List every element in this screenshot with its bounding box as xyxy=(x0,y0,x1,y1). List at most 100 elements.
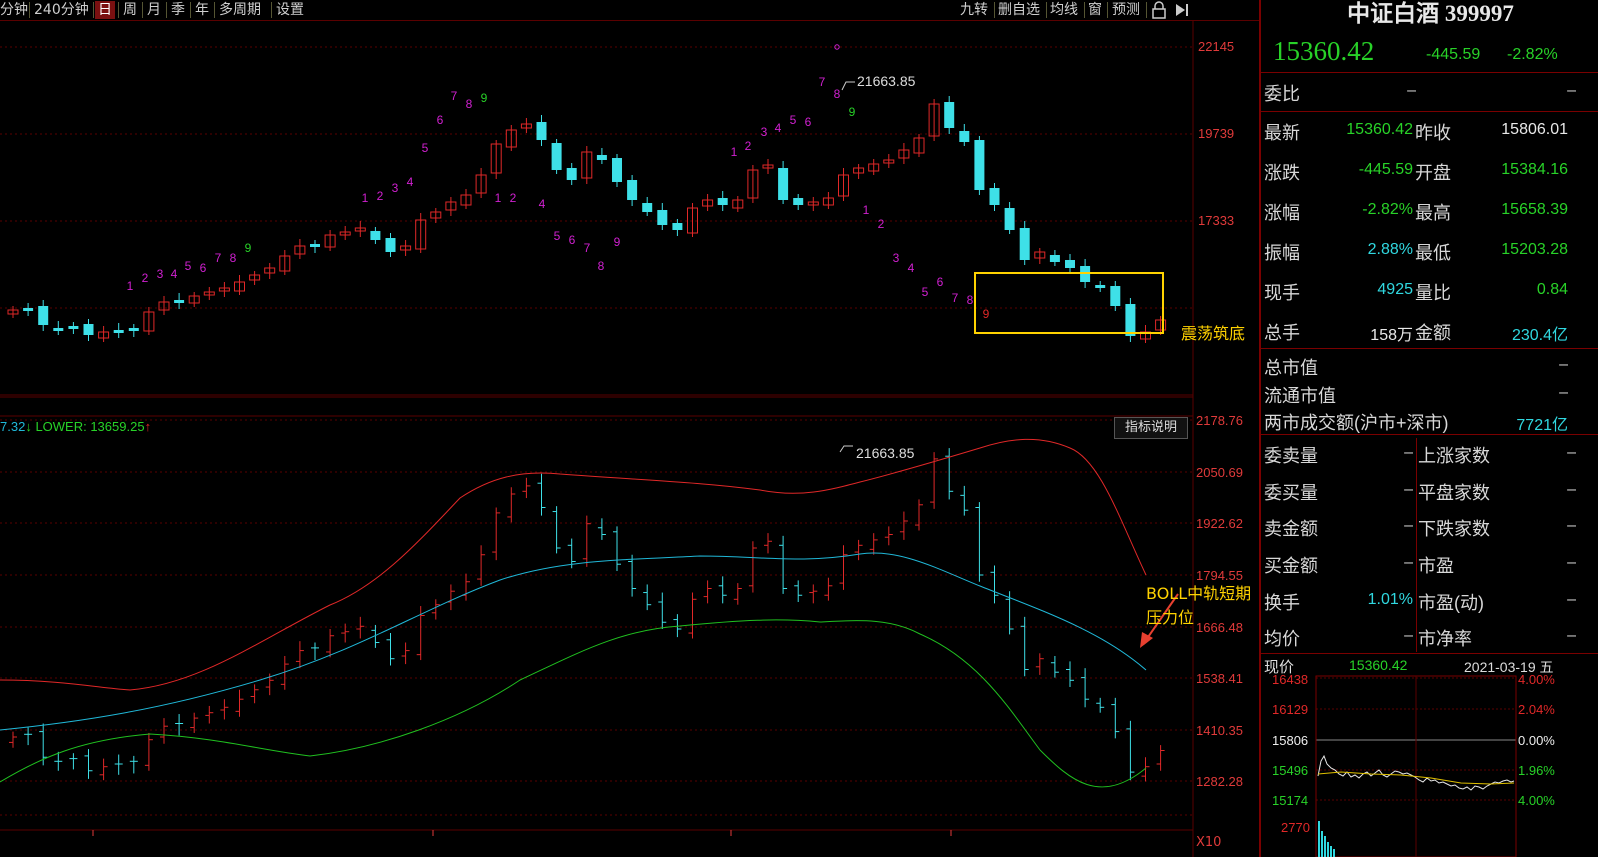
remove-watchlist-button[interactable]: 删自选 xyxy=(998,1,1040,19)
order-value: – xyxy=(1404,554,1413,571)
sequence-number: 2 xyxy=(377,189,384,203)
stat-label: 现手 xyxy=(1264,283,1300,303)
sequence-number: 5 xyxy=(554,229,561,243)
candle-body xyxy=(38,306,49,325)
jiuzhuan-button[interactable]: 九转 xyxy=(960,1,988,19)
sequence-number: 7 xyxy=(584,241,591,255)
mini-chart-svg xyxy=(1315,675,1517,857)
order-value: – xyxy=(1404,481,1413,498)
window-button[interactable]: 窗 xyxy=(1088,1,1102,19)
order-value: 1.01% xyxy=(1367,591,1413,608)
stat-value: 4925 xyxy=(1377,281,1413,298)
order-label: 上涨家数 xyxy=(1418,446,1490,466)
box-annotation-text: 震荡筑底 xyxy=(1181,324,1246,343)
stat-label: 涨跌 xyxy=(1264,163,1300,183)
sequence-number: 2 xyxy=(745,139,752,153)
peak-label: 21663.85 xyxy=(857,73,916,89)
peak-marker-boll xyxy=(839,445,853,453)
settings-tab[interactable]: 设置 xyxy=(276,1,304,19)
candle-body xyxy=(974,140,985,190)
candle-body xyxy=(536,122,547,140)
sequence-number: 9 xyxy=(481,91,488,105)
turnover-label: 两市成交额(沪市+深市) xyxy=(1264,413,1449,433)
kline-svg[interactable]: 12 3 45 67 891 23 45678 91 2 45 67891 23 45 678912345… xyxy=(0,20,1260,857)
sequence-number: 5 xyxy=(422,141,429,155)
stat-label: 涨幅 xyxy=(1264,203,1300,223)
total-cap-value: – xyxy=(1559,356,1568,373)
period-1min-tab[interactable]: 分钟 xyxy=(0,1,28,19)
period-week-tab[interactable]: 周 xyxy=(123,1,137,19)
sequence-number: 7 xyxy=(451,89,458,103)
candle-body xyxy=(627,180,638,200)
order-label: 下跌家数 xyxy=(1418,519,1490,539)
sequence-number: 2 xyxy=(878,217,885,231)
lock-icon[interactable] xyxy=(1151,1,1167,19)
boll-tick-8: 1282.28 xyxy=(1196,774,1243,789)
boll-tick-3: 1922.62 xyxy=(1196,516,1243,531)
sequence-number: 8 xyxy=(466,97,473,111)
multi-period-tab[interactable]: 多周期 xyxy=(219,1,261,19)
candle-body xyxy=(672,223,683,230)
candle-body xyxy=(596,155,607,160)
moving-average-button[interactable]: 均线 xyxy=(1050,1,1078,19)
sequence-number: 4 xyxy=(171,267,178,281)
stat-label: 最低 xyxy=(1415,243,1451,263)
boll-mid-value: 7.32 xyxy=(0,419,26,434)
price-tick-2: 19739 xyxy=(1198,126,1235,141)
forecast-button[interactable]: 预测 xyxy=(1112,1,1140,19)
expand-right-icon[interactable] xyxy=(1174,1,1190,19)
stat-label: 总手 xyxy=(1264,323,1300,343)
stat-value: 2.88% xyxy=(1367,241,1413,258)
sequence-number: 4 xyxy=(908,261,915,275)
candle-body xyxy=(657,210,668,225)
intraday-mini-chart[interactable]: 现价 15360.42 2021-03-19 五 16438 16129 158… xyxy=(1261,656,1598,857)
period-240min-tab[interactable]: 240分钟 xyxy=(34,1,89,19)
boll-lower-arrow: ↑ xyxy=(144,419,152,434)
candle-body xyxy=(959,131,970,142)
sequence-number: 6 xyxy=(569,233,576,247)
boll-mid-arrow: ↓ xyxy=(25,419,32,434)
kline-chart-area[interactable]: 1234567891234567891245678912345678912345… xyxy=(0,20,1260,857)
candle-body xyxy=(717,198,728,205)
indicator-help-button[interactable]: 指标说明 xyxy=(1114,417,1188,439)
stat-value: 230.4亿 xyxy=(1511,327,1568,344)
boll-mid-line xyxy=(0,552,1147,731)
candle-body xyxy=(385,238,396,252)
candle-body xyxy=(944,102,955,128)
webi-value-2: – xyxy=(1567,82,1576,99)
sequence-number: 5 xyxy=(922,285,929,299)
candle-body xyxy=(1065,260,1075,268)
order-value: – xyxy=(1567,481,1576,498)
period-year-tab[interactable]: 年 xyxy=(195,1,209,19)
candle-body xyxy=(128,328,139,331)
period-day-tab[interactable]: 日 xyxy=(95,1,115,19)
candle-body xyxy=(53,328,64,331)
candle-body xyxy=(989,188,1000,205)
sequence-number: 9 xyxy=(849,105,856,119)
index-title: 中证白酒 399997 xyxy=(1347,1,1514,26)
sequence-number: 6 xyxy=(437,113,444,127)
order-label: 委卖量 xyxy=(1264,446,1318,466)
stat-label: 量比 xyxy=(1415,283,1451,303)
order-label: 委买量 xyxy=(1264,483,1318,503)
boll-annotation-text: BOLL中轨短期压力位 xyxy=(1146,584,1252,627)
stat-label: 开盘 xyxy=(1415,163,1451,183)
price-tick-1: 22145 xyxy=(1198,39,1235,54)
candle-body xyxy=(310,244,320,247)
stat-value: -445.59 xyxy=(1358,161,1413,178)
boll-tick-1: 2178.76 xyxy=(1196,413,1243,428)
current-price: 15360.42 xyxy=(1273,36,1375,66)
period-month-tab[interactable]: 月 xyxy=(147,1,161,19)
webi-label: 委比 xyxy=(1264,84,1300,104)
candle-body xyxy=(1004,208,1015,230)
order-label: 卖金额 xyxy=(1264,519,1318,539)
price-change-pct: -2.82% xyxy=(1507,46,1558,63)
period-season-tab[interactable]: 季 xyxy=(171,1,185,19)
stat-value: -2.82% xyxy=(1362,201,1413,218)
total-cap-label: 总市值 xyxy=(1264,358,1318,378)
sequence-number: 1 xyxy=(495,191,502,205)
candle-body xyxy=(83,324,94,335)
sequence-number: 8 xyxy=(230,251,237,265)
sequence-number: 9 xyxy=(614,235,621,249)
order-label: 市盈(动) xyxy=(1418,593,1484,613)
